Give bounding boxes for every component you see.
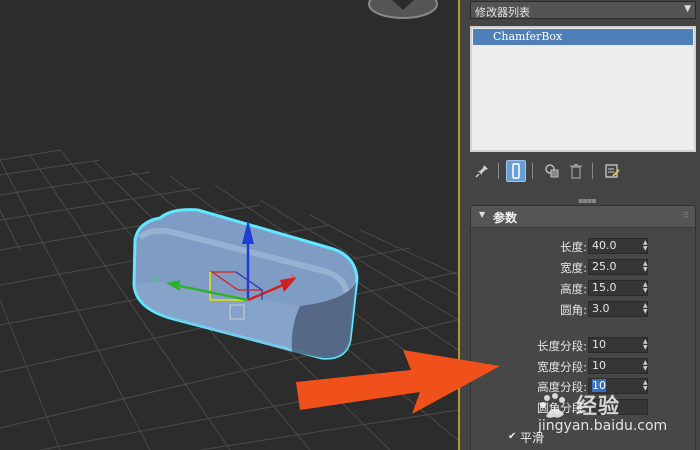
watermark-brand: 经验 — [576, 394, 620, 418]
baidu-jingyan-watermark: 经验 jingyan.baidu.com — [536, 390, 700, 450]
baidu-paw-logo — [540, 393, 565, 418]
watermark-url: jingyan.baidu.com — [538, 418, 668, 434]
orange-arrow-annotation — [296, 350, 500, 414]
